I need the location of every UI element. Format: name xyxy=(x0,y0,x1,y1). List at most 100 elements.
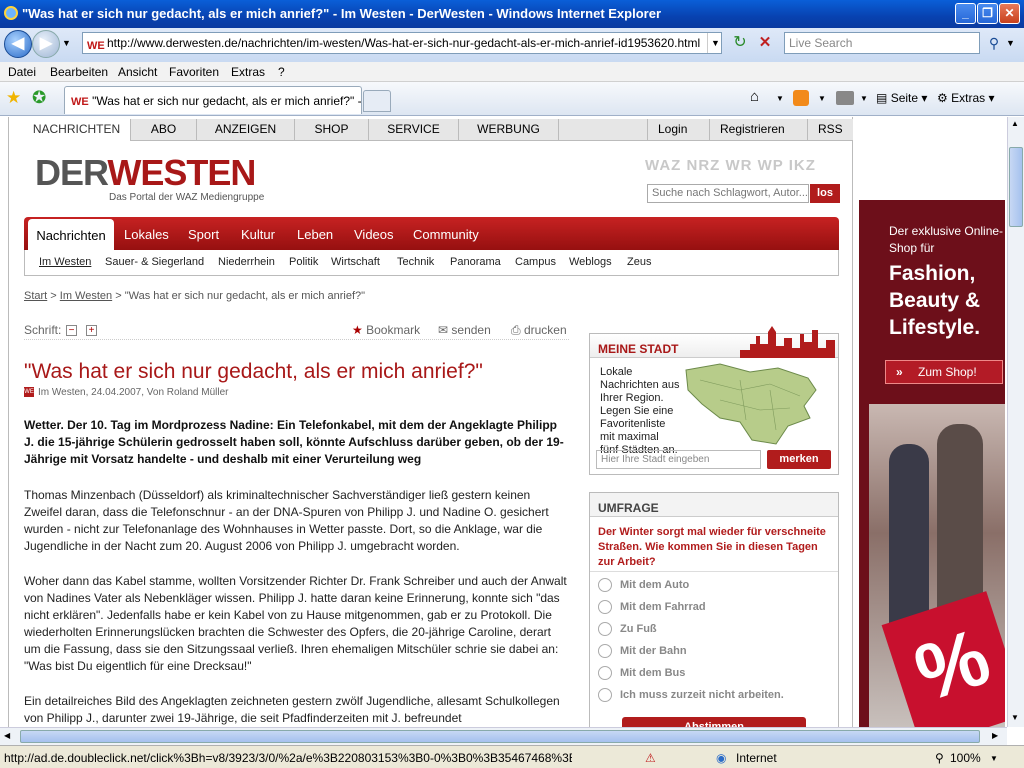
nav-lokales[interactable]: Lokales xyxy=(124,217,169,250)
topnav-shop[interactable]: SHOP xyxy=(295,119,369,140)
history-dropdown-icon[interactable]: ▼ xyxy=(62,38,71,48)
topnav-rss[interactable]: RSS xyxy=(807,119,853,140)
print-icon[interactable] xyxy=(836,91,854,105)
font-increase-button[interactable]: + xyxy=(86,325,97,336)
favorites-star-icon[interactable]: ★ xyxy=(6,88,21,108)
font-size-label: Schrift: xyxy=(24,323,62,337)
extras-menu-label: Extras xyxy=(951,91,986,105)
topnav-nachrichten[interactable]: NACHRICHTEN xyxy=(23,119,131,141)
crumb-section[interactable]: Im Westen xyxy=(60,290,112,302)
crumb-start[interactable]: Start xyxy=(24,290,47,302)
ad-shop-button[interactable]: » Zum Shop! xyxy=(885,360,1003,384)
home-icon[interactable]: ⌂ xyxy=(750,88,759,105)
horizontal-scrollbar[interactable]: ◀ ▶ xyxy=(0,727,1007,745)
radio-button[interactable] xyxy=(598,578,612,592)
nav-community[interactable]: Community xyxy=(413,217,479,250)
scroll-right-icon[interactable]: ▶ xyxy=(992,731,998,740)
subnav-panorama[interactable]: Panorama xyxy=(450,256,501,268)
vertical-scrollbar[interactable]: ▲ ▼ xyxy=(1007,117,1024,727)
city-input[interactable]: Hier Ihre Stadt eingeben xyxy=(596,450,761,469)
radio-button[interactable] xyxy=(598,622,612,636)
poll-option[interactable]: Mit dem Auto xyxy=(598,578,689,592)
poll-option[interactable]: Zu Fuß xyxy=(598,622,657,636)
feed-dropdown-icon[interactable]: ▼ xyxy=(818,94,826,103)
live-search-input[interactable]: Live Search xyxy=(784,32,980,54)
site-search-input[interactable]: Suche nach Schlagwort, Autor... xyxy=(647,184,809,203)
ad-banner[interactable]: Der exklusive Online-Shop für Fashion, B… xyxy=(859,200,1005,727)
nav-nachrichten[interactable]: Nachrichten xyxy=(28,219,114,250)
poll-option[interactable]: Mit dem Fahrrad xyxy=(598,600,706,614)
extras-menu[interactable]: ⚙ Extras ▾ xyxy=(937,91,994,105)
site-search-button[interactable]: los xyxy=(810,184,840,203)
zoom-level[interactable]: 100% xyxy=(950,751,981,765)
back-button[interactable]: ◀ xyxy=(4,30,32,58)
send-button[interactable]: ✉ senden xyxy=(438,323,491,337)
refresh-icon[interactable]: ↻ xyxy=(730,33,750,53)
brand-logos[interactable]: WAZ NRZ WR WP IKZ xyxy=(645,157,840,175)
topnav-login[interactable]: Login xyxy=(647,119,697,140)
zoom-dropdown-icon[interactable]: ▼ xyxy=(990,754,998,763)
minimize-button[interactable]: _ xyxy=(955,3,976,24)
radio-button[interactable] xyxy=(598,688,612,702)
radio-button[interactable] xyxy=(598,644,612,658)
topnav-werbung[interactable]: WERBUNG xyxy=(459,119,559,140)
nav-videos[interactable]: Videos xyxy=(354,217,394,250)
bookmark-button[interactable]: ★ Bookmark xyxy=(352,323,420,337)
scroll-down-icon[interactable]: ▼ xyxy=(1011,713,1019,722)
subnav-im-westen[interactable]: Im Westen xyxy=(39,256,91,268)
region-map[interactable] xyxy=(680,360,820,450)
add-favorite-icon[interactable]: ✪ xyxy=(32,88,46,108)
scroll-thumb[interactable] xyxy=(1009,147,1023,227)
menu-bearbeiten[interactable]: Bearbeiten xyxy=(50,65,108,79)
subnav-wirtschaft[interactable]: Wirtschaft xyxy=(331,256,380,268)
topnav-service[interactable]: SERVICE xyxy=(369,119,459,140)
nav-leben[interactable]: Leben xyxy=(297,217,333,250)
radio-button[interactable] xyxy=(598,600,612,614)
scroll-up-icon[interactable]: ▲ xyxy=(1011,119,1019,128)
poll-option[interactable]: Mit der Bahn xyxy=(598,644,687,658)
subnav-politik[interactable]: Politik xyxy=(289,256,318,268)
tab-active[interactable]: WE "Was hat er sich nur gedacht, als er … xyxy=(64,86,362,114)
search-icon[interactable]: ⚲ xyxy=(984,33,1004,53)
url-dropdown-icon[interactable]: ▼ xyxy=(707,33,723,53)
subnav-campus[interactable]: Campus xyxy=(515,256,556,268)
radio-button[interactable] xyxy=(598,666,612,680)
subnav-technik[interactable]: Technik xyxy=(397,256,434,268)
subnav-weblogs[interactable]: Weblogs xyxy=(569,256,612,268)
scroll-thumb[interactable] xyxy=(20,730,980,743)
vote-button[interactable]: Abstimmen xyxy=(622,717,806,727)
print-dropdown-icon[interactable]: ▼ xyxy=(860,94,868,103)
rss-feed-icon[interactable] xyxy=(793,90,809,106)
font-decrease-button[interactable]: − xyxy=(66,325,77,336)
site-logo[interactable]: DERWESTEN xyxy=(35,155,256,191)
menu-favoriten[interactable]: Favoriten xyxy=(169,65,219,79)
poll-option[interactable]: Mit dem Bus xyxy=(598,666,685,680)
meine-stadt-box: MEINE STADT Lokale Nachrichten aus Ihrer… xyxy=(589,326,839,475)
new-tab-button[interactable] xyxy=(363,90,391,112)
menu-help[interactable]: ? xyxy=(278,65,285,79)
nav-kultur[interactable]: Kultur xyxy=(241,217,275,250)
menu-extras[interactable]: Extras xyxy=(231,65,265,79)
topnav-anzeigen[interactable]: ANZEIGEN xyxy=(197,119,295,140)
poll-option[interactable]: Ich muss zurzeit nicht arbeiten. xyxy=(598,688,784,702)
menu-ansicht[interactable]: Ansicht xyxy=(118,65,157,79)
nav-sport[interactable]: Sport xyxy=(188,217,219,250)
menu-datei[interactable]: Datei xyxy=(8,65,36,79)
forward-button[interactable]: ▶ xyxy=(32,30,60,58)
stop-icon[interactable]: ✕ xyxy=(755,33,775,53)
search-dropdown-icon[interactable]: ▼ xyxy=(1006,38,1015,48)
scroll-left-icon[interactable]: ◀ xyxy=(4,731,10,740)
page-menu[interactable]: ▤ Seite ▾ xyxy=(876,91,927,105)
zoom-icon[interactable]: ⚲ xyxy=(935,751,944,765)
subnav-sauerland[interactable]: Sauer- & Siegerland xyxy=(105,256,204,268)
topnav-register[interactable]: Registrieren xyxy=(709,119,795,140)
maximize-button[interactable]: ❐ xyxy=(977,3,998,24)
print-article-button[interactable]: ⎙ drucken xyxy=(511,323,567,338)
topnav-abo[interactable]: ABO xyxy=(131,119,197,140)
subnav-zeus[interactable]: Zeus xyxy=(627,256,651,268)
close-button[interactable]: ✕ xyxy=(999,3,1020,24)
merken-button[interactable]: merken xyxy=(767,450,831,469)
subnav-niederrhein[interactable]: Niederrhein xyxy=(218,256,275,268)
home-dropdown-icon[interactable]: ▼ xyxy=(776,94,784,103)
url-field[interactable]: WE http://www.derwesten.de/nachrichten/i… xyxy=(82,32,722,54)
